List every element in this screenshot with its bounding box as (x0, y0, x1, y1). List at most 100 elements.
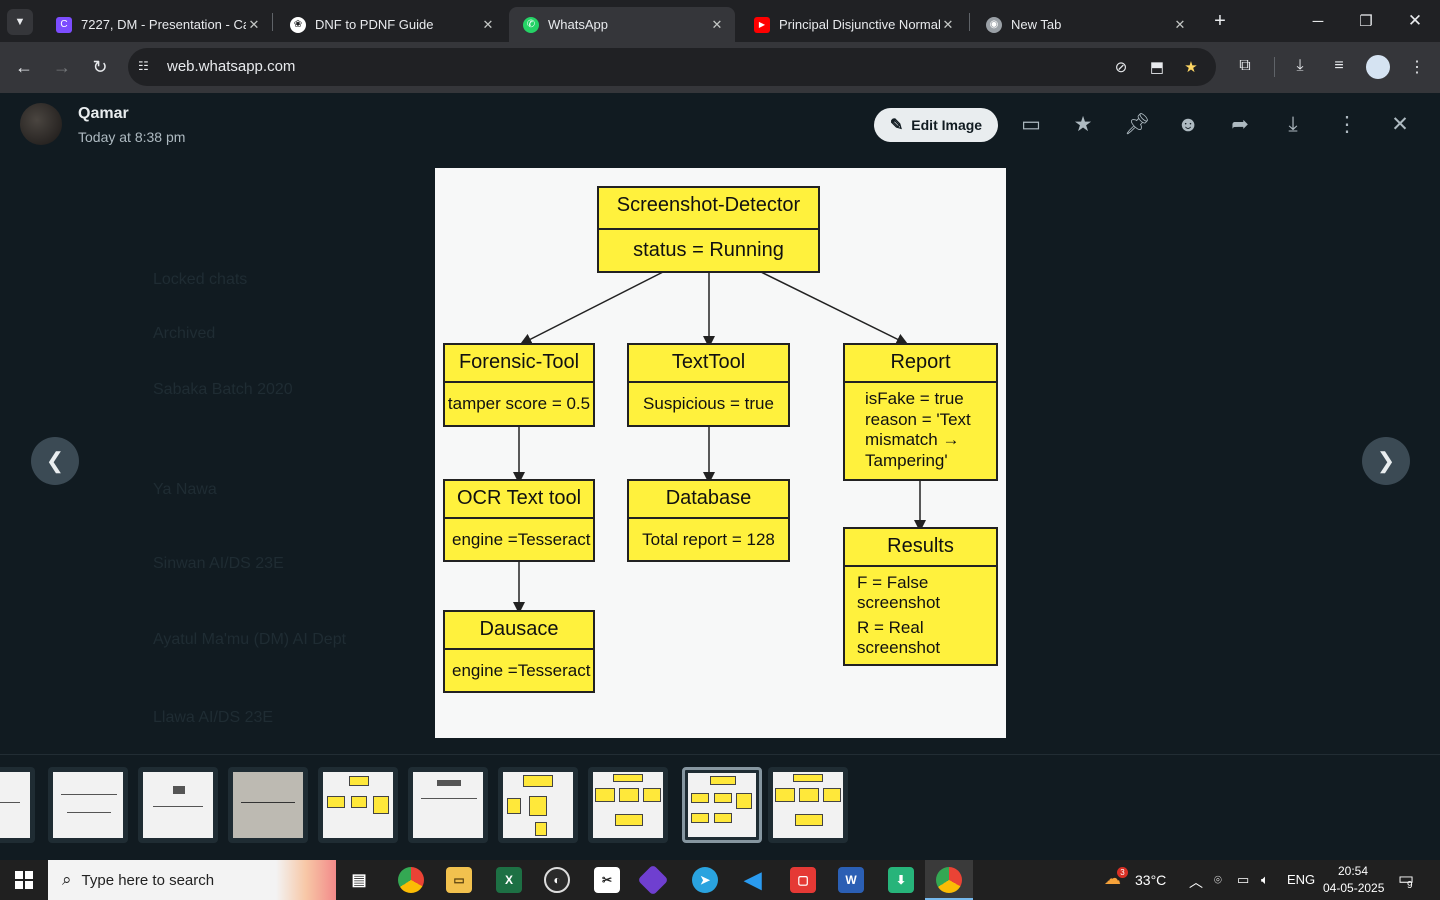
pdf-reader-icon[interactable]: ▢ (790, 867, 816, 893)
media-thumbnail[interactable] (588, 767, 668, 843)
ghost-chat-item: Sinwan AI/DS 23E (153, 555, 284, 572)
app-installer-icon[interactable]: ⬇ (888, 867, 914, 893)
temperature[interactable]: 33°C (1135, 872, 1166, 888)
tab-search-button[interactable]: ▼ (7, 9, 33, 35)
file-explorer-icon[interactable]: ▭ (446, 867, 472, 893)
close-tab-icon[interactable]: ✕ (1172, 17, 1188, 33)
node-title: OCR Text tool (456, 487, 582, 509)
node-results: Results F = False screenshot R = Real sc… (843, 527, 998, 666)
reading-list-icon[interactable]: ≡ (1328, 57, 1350, 79)
node-property: R = Real (857, 618, 924, 637)
search-placeholder[interactable]: Type here to search (82, 872, 215, 889)
tab-dnf-guide[interactable]: ❀ DNF to PDNF Guide ✕ (276, 7, 506, 42)
media-thumbnail[interactable] (138, 767, 218, 843)
minimize-button[interactable]: ─ (1304, 8, 1332, 34)
close-tab-icon[interactable]: ✕ (940, 17, 956, 33)
tab-whatsapp[interactable]: ✆ WhatsApp ✕ (509, 7, 735, 42)
address-bar[interactable]: ☷ web.whatsapp.com ⊘ ⬒ ★ (128, 48, 1216, 86)
tab-title: DNF to PDNF Guide (315, 17, 434, 32)
edit-image-button[interactable]: ✎ Edit Image (874, 108, 998, 142)
site-info-icon[interactable]: ☷ (138, 59, 154, 75)
node-status: status = Running (599, 228, 818, 271)
tab-new-tab[interactable]: ◉ New Tab ✕ (972, 7, 1198, 42)
node-screenshot-detector: Screenshot-Detector status = Running (597, 186, 820, 273)
edit-image-label: Edit Image (911, 117, 983, 133)
avatar[interactable] (20, 103, 62, 145)
telegram-icon[interactable]: ➤ (692, 867, 718, 893)
restore-button[interactable]: ❐ (1352, 8, 1380, 34)
volume-icon[interactable]: 🔈︎ (1261, 872, 1269, 888)
close-tab-icon[interactable]: ✕ (246, 17, 262, 33)
ghost-chat-item: Archived (153, 325, 216, 342)
close-window-button[interactable]: ✕ (1401, 8, 1429, 34)
tab-title: 7227, DM - Presentation - Can (81, 17, 246, 32)
reload-button[interactable]: ↻ (88, 55, 112, 79)
react-emoji-icon[interactable]: ☻ (1175, 113, 1201, 137)
chrome-taskbar-icon[interactable] (398, 867, 424, 893)
language-indicator[interactable]: ENG (1287, 872, 1315, 887)
tab-strip: ▼ C 7227, DM - Presentation - Can ✕ ❀ DN… (0, 0, 1440, 42)
chrome-active-taskbar-item[interactable] (925, 860, 973, 900)
ghost-chat-item: Ya Nawa (153, 481, 217, 498)
media-thumbnail[interactable] (408, 767, 488, 843)
whatsapp-icon: ✆ (523, 16, 539, 33)
install-app-icon[interactable]: ⬒ (1146, 58, 1168, 76)
back-button[interactable]: ← (12, 55, 36, 79)
network-icon[interactable]: ▭ (1237, 872, 1249, 888)
pin-icon[interactable]: 📌︎ (1124, 113, 1151, 137)
excel-icon[interactable]: X (496, 867, 522, 893)
ghost-chat-item: Llawa AI/DS 23E (153, 709, 274, 726)
new-tab-button[interactable]: + (1206, 8, 1234, 34)
clock-time[interactable]: 20:54 (1338, 864, 1368, 878)
reply-icon[interactable]: ▭ (1018, 113, 1044, 137)
tab-canva[interactable]: C 7227, DM - Presentation - Can ✕ (42, 7, 272, 42)
start-button[interactable] (0, 860, 48, 900)
chevron-up-icon[interactable]: ︿ (1189, 872, 1203, 892)
media-thumbnail[interactable] (48, 767, 128, 843)
tab-youtube[interactable]: ▶ Principal Disjunctive Normal F ✕ (740, 7, 966, 42)
taskbar-search[interactable]: ⌕ Type here to search (48, 860, 336, 900)
clock-date[interactable]: 04-05-2025 (1323, 881, 1384, 895)
browser-menu-icon[interactable]: ⋮ (1406, 57, 1428, 79)
media-thumbnail[interactable] (768, 767, 848, 843)
node-title: Forensic-Tool (458, 351, 580, 373)
download-icon[interactable]: ⤓ (1280, 113, 1306, 137)
media-thumbnail-selected[interactable] (682, 767, 762, 843)
task-view-icon[interactable]: ▤ (346, 867, 372, 893)
close-viewer-icon[interactable]: ✕ (1387, 113, 1413, 137)
gitkraken-icon[interactable] (637, 864, 669, 896)
vscode-icon[interactable]: ◀ (740, 867, 766, 893)
media-image[interactable]: Screenshot-Detector status = Running For… (435, 168, 1006, 738)
extensions-icon[interactable]: ⧉ (1234, 57, 1256, 79)
bookmark-star-icon[interactable]: ★ (1180, 58, 1202, 76)
media-thumbnail[interactable] (318, 767, 398, 843)
node-title: Results (887, 535, 954, 557)
forward-icon[interactable]: ➦ (1227, 113, 1253, 137)
media-thumbnail[interactable] (228, 767, 308, 843)
media-thumbnail[interactable] (0, 767, 35, 843)
more-options-icon[interactable]: ⋮ (1334, 113, 1360, 137)
profile-avatar[interactable] (1366, 55, 1390, 79)
forward-button[interactable]: → (50, 55, 74, 79)
close-tab-icon[interactable]: ✕ (480, 17, 496, 33)
ghost-chat-item: Locked chats (153, 271, 248, 288)
tab-title: WhatsApp (548, 17, 608, 32)
capcut-icon[interactable]: ✂ (594, 867, 620, 893)
node-title: Dausace (479, 618, 559, 640)
next-media-button[interactable]: ❯ (1362, 437, 1410, 485)
downloads-icon[interactable]: ⤓ (1289, 57, 1311, 79)
word-icon[interactable]: W (838, 867, 864, 893)
node-property: screenshot (857, 593, 941, 612)
media-thumbnail-strip (0, 754, 1440, 860)
sender-name[interactable]: Qamar (78, 105, 129, 123)
previous-media-button[interactable]: ❮ (31, 437, 79, 485)
meet-now-icon[interactable]: ⌾ (1214, 872, 1222, 888)
star-icon[interactable]: ★ (1070, 113, 1096, 137)
message-timestamp: Today at 8:38 pm (78, 129, 186, 145)
media-thumbnail[interactable] (498, 767, 578, 843)
tracking-blocked-icon[interactable]: ⊘ (1110, 58, 1132, 76)
url-text[interactable]: web.whatsapp.com (167, 58, 295, 75)
media-viewer-header: Qamar Today at 8:38 pm ✎ Edit Image ▭ ★ … (0, 93, 1440, 157)
close-tab-icon[interactable]: ✕ (709, 17, 725, 33)
obs-icon[interactable]: ◐ (544, 867, 570, 893)
